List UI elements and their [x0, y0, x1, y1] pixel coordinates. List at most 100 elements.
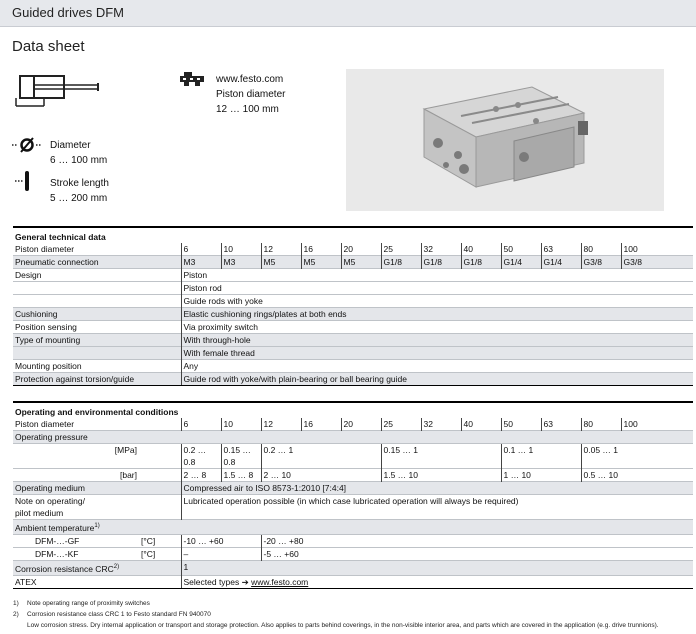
- mounting-label: Type of mounting: [13, 333, 181, 347]
- header-title: Guided drives DFM: [12, 5, 124, 20]
- guided-drive-illustration-icon: [346, 69, 664, 211]
- table-cell: G1/8: [420, 255, 461, 269]
- footnote-3: Low corrosion stress. Dry internal appli…: [13, 622, 659, 629]
- diameter-col: 40: [460, 418, 501, 431]
- footnote-number: 1): [13, 600, 19, 607]
- diameter-col: 80: [580, 243, 621, 256]
- table-cell: Any: [180, 359, 694, 373]
- diameter-col: 80: [580, 418, 621, 431]
- diameter-col: 10: [220, 418, 261, 431]
- table-cell: Elastic cushioning rings/plates at both …: [180, 307, 694, 321]
- table-cell: 0.8: [220, 456, 261, 469]
- mounting-position-label: Mounting position: [13, 359, 181, 373]
- ambient-temperature-row: Ambient temperature1): [13, 519, 694, 535]
- note-row-2: pilot medium: [13, 507, 694, 520]
- table-cell: 2 … 8: [180, 468, 221, 482]
- atex-row: ATEX Selected types ➔ www.festo.com: [13, 574, 694, 589]
- design-row-3: Guide rods with yoke: [13, 294, 694, 308]
- table-cell: M5: [260, 255, 301, 269]
- diameter-col: 16: [300, 243, 341, 256]
- table-cell: 1: [180, 559, 694, 576]
- table-cell: [139, 443, 181, 456]
- table-cell: [500, 456, 581, 469]
- diameter-col: 100: [620, 418, 694, 431]
- diameter-col: 6: [180, 418, 221, 431]
- table-cell: [180, 507, 694, 520]
- table-cell: [380, 456, 501, 469]
- table-cell: [13, 294, 181, 308]
- table-cell: –: [180, 546, 261, 561]
- footnote-2: 2) Corrosion resistance class CRC 1 to Fe…: [13, 611, 211, 618]
- table-cell: G1/4: [540, 255, 581, 269]
- pressure-mpa-row: [MPa] 0.2 … 0.15 … 0.2 … 1 0.15 … 1 0.1 …: [13, 443, 694, 456]
- diameter-col: 50: [500, 418, 541, 431]
- operating-section-title: Operating and environmental conditions: [13, 401, 694, 418]
- gf-unit: [°C]: [139, 533, 181, 548]
- table-cell: 1.5 … 10: [380, 468, 501, 482]
- note-row: Note on operating/ Lubricated operation …: [13, 494, 694, 507]
- stroke-length-icon: [15, 171, 29, 191]
- design-label: Design: [13, 268, 181, 282]
- table-cell: Via proximity switch: [180, 320, 694, 334]
- crc-row: Corrosion resistance CRC2) 1: [13, 559, 694, 576]
- table-cell: 0.2 … 1: [260, 443, 381, 456]
- table-cell: 1.5 … 8: [220, 468, 261, 482]
- table-cell: [13, 346, 181, 360]
- stroke-length-label: Stroke length: [50, 178, 109, 189]
- footnote-text: Note operating range of proximity switch…: [27, 600, 150, 607]
- diameter-col: 20: [340, 243, 381, 256]
- product-data-icon: [180, 72, 204, 86]
- table-cell: 0.8: [180, 456, 221, 469]
- operating-medium-label: Operating medium: [13, 481, 181, 495]
- piston-diameter-label: Piston diameter: [216, 89, 286, 100]
- diameter-value: 6 … 100 mm: [50, 155, 108, 166]
- atex-link[interactable]: www.festo.com: [251, 577, 308, 587]
- kf-label: DFM-…-KF: [13, 546, 139, 561]
- ambient-label-text: Ambient temperature: [15, 522, 95, 533]
- kf-unit: [°C]: [139, 546, 181, 561]
- table-cell: 0.15 …: [220, 443, 261, 456]
- table-cell: 2 … 10: [260, 468, 381, 482]
- page-title: Data sheet: [12, 38, 85, 55]
- footnote-number: 2): [13, 611, 19, 618]
- table-cell: [580, 456, 694, 469]
- diameter-col: 16: [300, 418, 341, 431]
- table-cell: 0.1 … 1: [500, 443, 581, 456]
- table-cell: [260, 456, 381, 469]
- website-link[interactable]: www.festo.com: [216, 72, 285, 87]
- op-piston-diameter-row: Piston diameter 6 10 12 16 20 25 32 40 5…: [13, 418, 694, 431]
- position-sensing-label: Position sensing: [13, 320, 181, 334]
- table-cell: G1/8: [380, 255, 421, 269]
- diameter-col: 63: [540, 243, 581, 256]
- diameter-col: 63: [540, 418, 581, 431]
- cushioning-row: Cushioning Elastic cushioning rings/plat…: [13, 307, 694, 321]
- operating-conditions-table: Operating and environmental conditions P…: [13, 401, 694, 589]
- table-cell: Piston rod: [180, 281, 694, 295]
- table-cell: 0.15 … 1: [380, 443, 501, 456]
- diameter-icon: [12, 137, 42, 153]
- gf-label: DFM-…-GF: [13, 533, 139, 548]
- diameter-col: 32: [420, 243, 461, 256]
- piston-diameter-row: Piston diameter 6 10 12 16 20 25 32 40 5…: [13, 243, 694, 256]
- diameter-col: 12: [260, 243, 301, 256]
- crc-label-text: Corrosion resistance CRC: [15, 563, 114, 574]
- table-cell: M5: [300, 255, 341, 269]
- table-cell: M5: [340, 255, 381, 269]
- operating-medium-row: Operating medium Compressed air to ISO 8…: [13, 481, 694, 495]
- atex-label: ATEX: [13, 574, 181, 589]
- design-row-2: Piston rod: [13, 281, 694, 295]
- diameter-col: 50: [500, 243, 541, 256]
- stroke-length-value: 5 … 200 mm: [50, 193, 108, 204]
- table-cell: [139, 468, 181, 482]
- pneumatic-connection-row: Pneumatic connection M3 M3 M5 M5 M5 G1/8…: [13, 255, 694, 269]
- diameter-col: 12: [260, 418, 301, 431]
- table-cell: With female thread: [180, 346, 694, 360]
- table-cell: Compressed air to ISO 8573-1:2010 [7:4:4…: [180, 481, 694, 495]
- mounting-row-2: With female thread: [13, 346, 694, 360]
- general-technical-data-table: General technical data Piston diameter 6…: [13, 226, 694, 386]
- bar-unit: [bar]: [13, 468, 139, 482]
- footnote-ref: 1): [94, 523, 100, 529]
- footnote-ref: 2): [113, 563, 120, 570]
- kf-row: DFM-…-KF [°C] – -5 … +60: [13, 546, 694, 561]
- table-cell: [139, 456, 181, 469]
